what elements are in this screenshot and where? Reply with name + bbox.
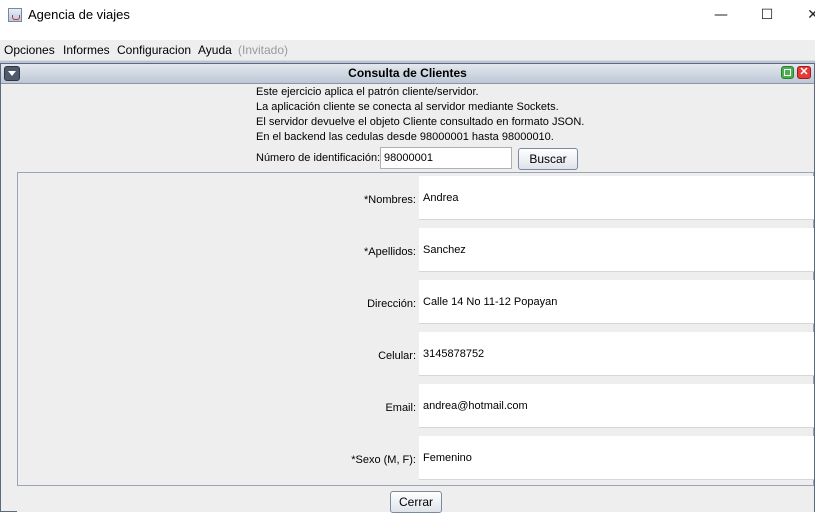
window-titlebar: Agencia de viajes — ☐ ✕ <box>0 0 815 30</box>
close-button[interactable]: ✕ <box>790 2 815 28</box>
nombres-label: *Nombres: <box>364 194 416 206</box>
frame-titlebar: Consulta de Clientes ✕ <box>1 64 814 84</box>
direccion-label: Dirección: <box>367 298 416 310</box>
direccion-field[interactable] <box>419 280 814 324</box>
frame-close-icon[interactable]: ✕ <box>797 66 811 79</box>
window-title: Agencia de viajes <box>28 7 130 22</box>
info-line-1: Este ejercicio aplica el patrón cliente/… <box>256 86 479 98</box>
id-input[interactable] <box>380 147 512 169</box>
celular-label: Celular: <box>378 350 416 362</box>
nombres-field[interactable] <box>419 176 814 220</box>
menu-opciones[interactable]: Opciones <box>4 43 55 57</box>
celular-field[interactable] <box>419 332 814 376</box>
id-label: Número de identificación: <box>256 152 381 164</box>
consulta-clientes-frame: Consulta de Clientes ✕ Este ejercicio ap… <box>0 63 815 513</box>
info-line-3: El servidor devuelve el objeto Cliente c… <box>256 116 585 128</box>
email-field[interactable] <box>419 384 814 428</box>
search-button[interactable]: Buscar <box>518 148 578 170</box>
menu-user-status: (Invitado) <box>238 43 289 57</box>
apellidos-field[interactable] <box>419 228 814 272</box>
frame-title: Consulta de Clientes <box>348 66 467 80</box>
menu-bar: Opciones Informes Configuracion Ayuda (I… <box>0 40 815 61</box>
minimize-button[interactable]: — <box>698 2 744 28</box>
menu-informes[interactable]: Informes <box>63 43 110 57</box>
cerrar-button[interactable]: Cerrar <box>390 491 442 513</box>
java-app-icon <box>8 8 22 22</box>
info-line-4: En el backend las cedulas desde 98000001… <box>256 131 554 143</box>
frame-maximize-icon[interactable] <box>781 66 794 79</box>
sexo-field[interactable] <box>419 436 814 480</box>
apellidos-label: *Apellidos: <box>364 246 416 258</box>
email-label: Email: <box>385 402 416 414</box>
sexo-label: *Sexo (M, F): <box>351 454 416 466</box>
info-line-2: La aplicación cliente se conecta al serv… <box>256 101 559 113</box>
menu-configuracion[interactable]: Configuracion <box>117 43 191 57</box>
menu-ayuda[interactable]: Ayuda <box>198 43 232 57</box>
maximize-button[interactable]: ☐ <box>744 2 790 28</box>
